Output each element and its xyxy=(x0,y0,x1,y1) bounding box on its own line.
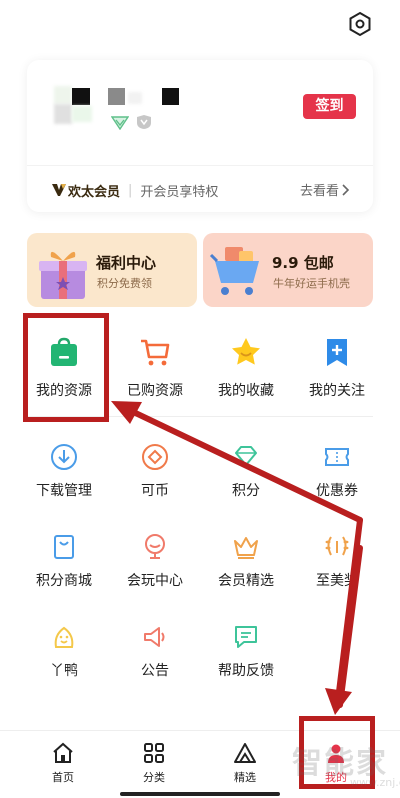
annotation-arrows xyxy=(111,401,363,715)
home-indicator xyxy=(120,792,280,796)
